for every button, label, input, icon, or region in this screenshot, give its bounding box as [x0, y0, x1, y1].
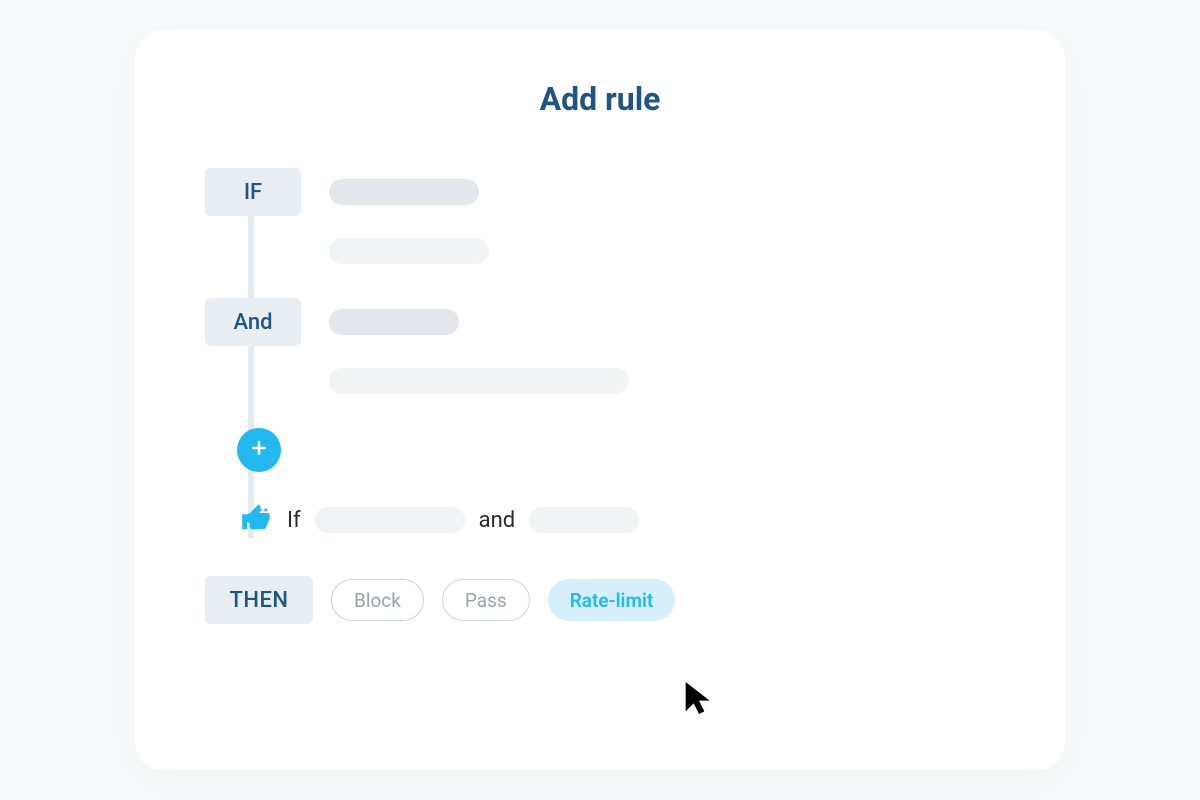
if-tag: IF — [205, 168, 301, 216]
action-block-button[interactable]: Block — [331, 579, 424, 621]
rule-summary-row: If and — [239, 502, 1005, 538]
card-title: Add rule — [195, 80, 1005, 118]
condition-if-value-row — [329, 238, 1005, 264]
add-condition-button[interactable] — [237, 428, 281, 472]
summary-if-word: If — [287, 508, 301, 533]
summary-and-word: and — [479, 508, 516, 533]
summary-placeholder — [529, 507, 639, 533]
condition-row-if: IF — [205, 168, 1005, 216]
then-row: THEN Block Pass Rate-limit — [205, 576, 1005, 624]
condition-row-and: And — [205, 298, 1005, 346]
rule-body: IF And — [195, 168, 1005, 624]
rule-card: Add rule IF And — [135, 30, 1065, 770]
plus-icon — [249, 438, 269, 462]
action-pass-button[interactable]: Pass — [442, 579, 530, 621]
condition-value-placeholder[interactable] — [329, 368, 629, 394]
condition-field-placeholder[interactable] — [329, 179, 479, 205]
condition-field-placeholder[interactable] — [329, 309, 459, 335]
action-rate-limit-button[interactable]: Rate-limit — [548, 579, 676, 621]
and-tag: And — [205, 298, 301, 346]
condition-connector-line — [248, 208, 254, 538]
condition-and-value-row — [329, 368, 1005, 394]
hand-pointer-icon — [239, 503, 273, 537]
summary-placeholder — [315, 507, 465, 533]
then-tag: THEN — [205, 576, 313, 624]
condition-value-placeholder[interactable] — [329, 238, 489, 264]
cursor-icon — [683, 678, 715, 722]
